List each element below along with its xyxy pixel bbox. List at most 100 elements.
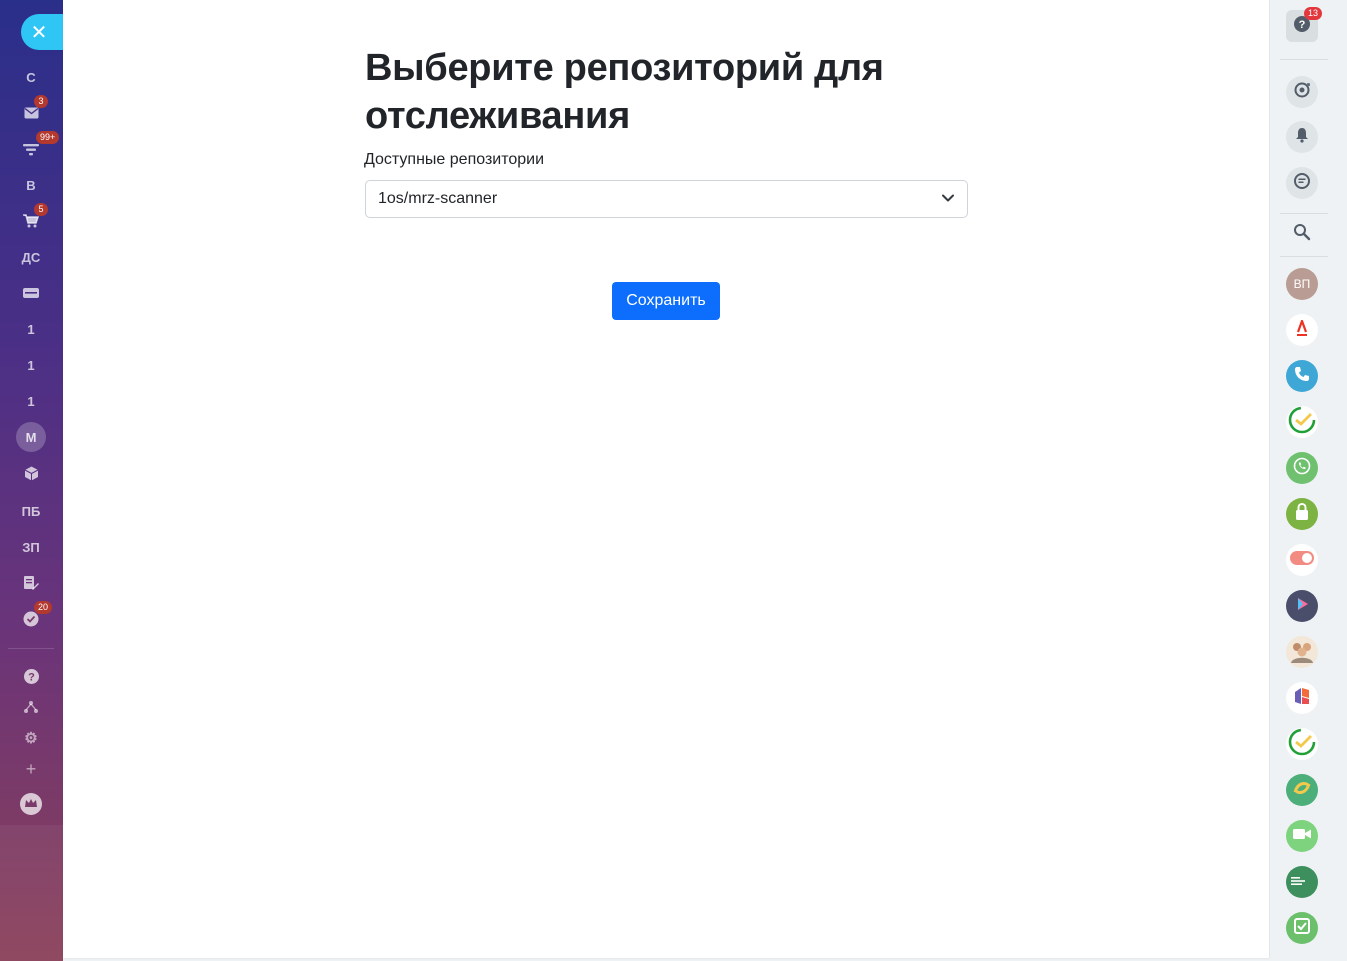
svg-text:?: ?	[1299, 19, 1306, 31]
sidebar-item-ds[interactable]: ДС	[8, 242, 54, 272]
sidebar-lower-panel	[0, 825, 63, 961]
alfa-logo-icon	[1295, 317, 1309, 341]
sidebar-item-zp[interactable]: ЗП	[8, 532, 54, 562]
chat-button[interactable]	[1286, 167, 1318, 199]
sidebar-item-1b[interactable]: 1	[8, 350, 54, 380]
whatsapp-icon	[1293, 457, 1311, 480]
contact-exchange[interactable]	[1286, 774, 1318, 806]
sidebar-item-edit[interactable]	[8, 568, 54, 598]
sidebar-item-c[interactable]: С	[8, 62, 54, 92]
main-content: Выберите репозиторий для отслеживания До…	[63, 0, 1269, 958]
close-icon: ✕	[30, 21, 48, 44]
check-circle-icon	[23, 611, 39, 627]
avatar: М	[16, 422, 46, 452]
sidebar-item-1a[interactable]: 1	[8, 314, 54, 344]
panel-divider	[1280, 213, 1328, 214]
svg-text:?: ?	[28, 671, 35, 683]
sidebar-item-label: 1	[27, 357, 35, 373]
toggle-icon	[1290, 550, 1314, 570]
contact-telephony[interactable]	[1286, 360, 1318, 392]
bell-icon	[1295, 127, 1309, 148]
cart-badge: 5	[34, 203, 48, 216]
sidebar-item-tasks[interactable]: 20	[8, 601, 54, 634]
sidebar-item-cart[interactable]: 5	[8, 203, 54, 236]
contact-whatsapp[interactable]	[1286, 452, 1318, 484]
sidebar-item-label: ДС	[21, 249, 41, 265]
contact-tasks[interactable]	[1286, 912, 1318, 944]
contact-play[interactable]	[1286, 590, 1318, 622]
close-button[interactable]: ✕	[21, 14, 63, 50]
save-button[interactable]: Сохранить	[612, 282, 720, 320]
sidebar-item-inbox[interactable]	[8, 278, 54, 308]
sidebar-item-filter[interactable]: 99+	[8, 131, 60, 164]
bank-logo-icon	[1291, 873, 1313, 891]
mail-icon	[24, 107, 39, 119]
contact-sber[interactable]	[1286, 406, 1318, 438]
contact-toggle[interactable]	[1286, 544, 1318, 576]
checkbox-icon	[1294, 917, 1310, 939]
left-sidebar: ✕ С 3 99+ В 5 ДС 1 1 1 М ПБ ЗП 20 ? ⚙ +	[0, 0, 63, 961]
search-icon	[1293, 223, 1311, 246]
sidebar-item-mail[interactable]: 3	[8, 95, 54, 128]
chevron-down-icon	[941, 190, 955, 208]
contact-bank[interactable]	[1286, 866, 1318, 898]
exchange-icon	[1292, 778, 1312, 803]
sidebar-item-label: В	[26, 177, 36, 193]
avatar-initials: ВП	[1293, 277, 1311, 291]
inbox-icon	[23, 287, 39, 299]
sidebar-item-crown[interactable]	[8, 789, 54, 819]
play-icon	[1294, 596, 1310, 617]
sitemap-icon	[24, 701, 38, 713]
sidebar-divider	[8, 648, 54, 649]
contact-sber-2[interactable]	[1286, 728, 1318, 760]
contact-video[interactable]	[1286, 820, 1318, 852]
sidebar-item-settings[interactable]: ⚙	[8, 723, 54, 753]
contact-alfa[interactable]	[1286, 314, 1318, 346]
search-button[interactable]	[1286, 218, 1318, 250]
help-icon: ?	[23, 668, 39, 684]
filter-icon	[23, 143, 39, 156]
box-icon	[24, 466, 39, 481]
sidebar-item-label: 1	[27, 321, 35, 337]
sber-check-icon	[1287, 405, 1317, 440]
avatar[interactable]: ВП	[1286, 268, 1318, 300]
video-camera-icon	[1293, 827, 1311, 845]
sidebar-item-structure[interactable]	[8, 692, 54, 722]
sync-button[interactable]	[1286, 76, 1318, 108]
notifications-button[interactable]	[1286, 121, 1318, 153]
edit-document-icon	[23, 575, 39, 591]
plus-icon: +	[25, 758, 37, 779]
contact-hh[interactable]	[1286, 682, 1318, 714]
sidebar-item-pb[interactable]: ПБ	[8, 496, 54, 526]
lock-icon	[1295, 502, 1309, 525]
tasks-badge: 20	[34, 601, 53, 614]
panel-divider	[1280, 59, 1328, 60]
sidebar-item-label: ЗП	[22, 539, 40, 555]
people-icon	[1287, 635, 1317, 670]
sidebar-item-1c[interactable]: 1	[8, 386, 54, 416]
sidebar-item-v[interactable]: В	[8, 170, 54, 200]
filter-badge: 99+	[36, 131, 60, 144]
phone-icon	[1293, 365, 1311, 388]
repository-select-value: 1os/mrz-scanner	[378, 190, 498, 207]
sidebar-item-help[interactable]: ?	[8, 661, 54, 691]
gear-icon: ⚙	[24, 730, 38, 747]
repository-select[interactable]: 1os/mrz-scanner	[365, 180, 968, 218]
sidebar-item-label: С	[26, 69, 36, 85]
contact-group[interactable]	[1286, 636, 1318, 668]
brand-logo-icon	[1293, 686, 1311, 711]
sidebar-item-box[interactable]	[8, 458, 54, 488]
sidebar-item-label: 1	[27, 393, 35, 409]
crown-icon	[20, 793, 42, 815]
right-panel: ? ВП	[1270, 0, 1347, 961]
mail-badge: 3	[34, 95, 48, 108]
help-badge: 13	[1304, 7, 1323, 20]
cart-icon	[23, 214, 39, 228]
contact-secure[interactable]	[1286, 498, 1318, 530]
sber-check-icon	[1287, 727, 1317, 762]
sidebar-item-m[interactable]: М	[8, 422, 54, 452]
sidebar-item-add[interactable]: +	[8, 754, 54, 784]
sidebar-item-label: ПБ	[21, 503, 41, 519]
repository-field-label: Доступные репозитории	[364, 151, 545, 168]
panel-divider	[1280, 256, 1328, 257]
